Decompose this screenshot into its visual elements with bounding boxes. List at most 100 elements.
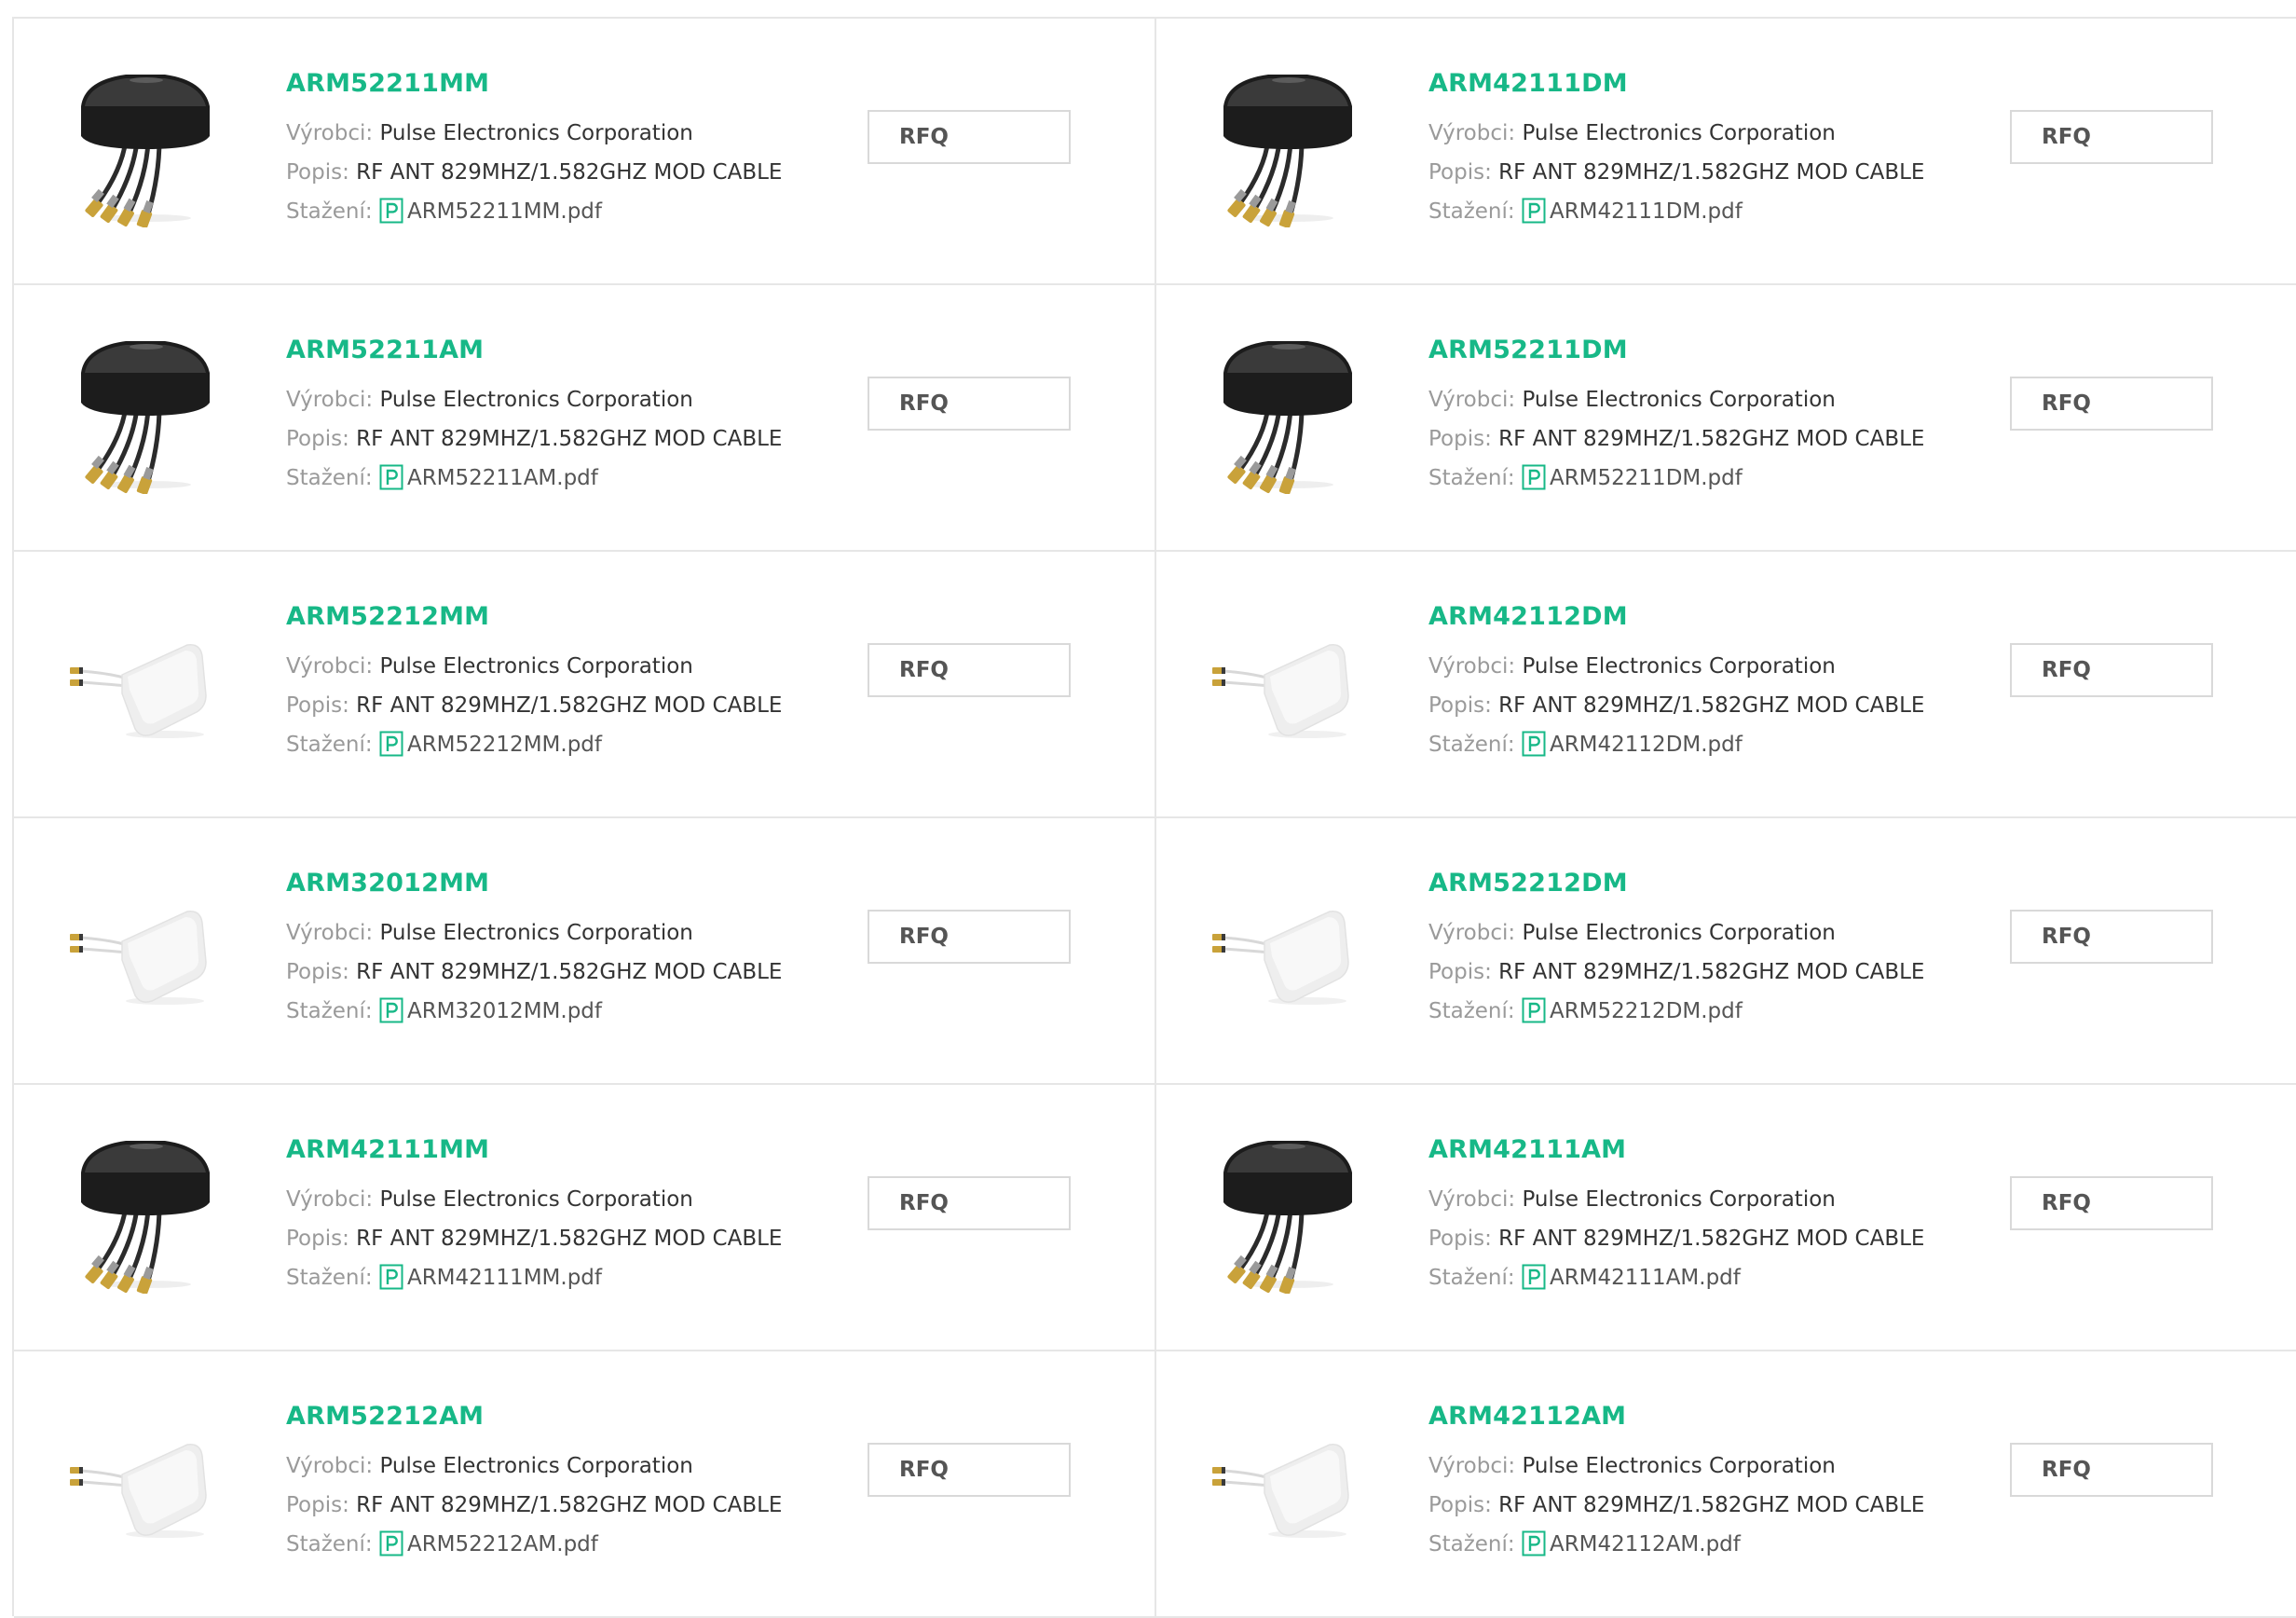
rfq-button[interactable]: RFQ — [868, 110, 1071, 164]
description-row: Popis: RF ANT 829MHZ/1.582GHZ MOD CABLE — [1428, 1486, 1924, 1525]
white-antenna-icon — [70, 911, 207, 1005]
datasheet-link[interactable]: ARM42112AM.pdf — [1522, 1530, 1741, 1556]
datasheet-link[interactable]: ARM32012MM.pdf — [379, 997, 602, 1023]
product-title-link[interactable]: ARM42112DM — [1428, 600, 1924, 634]
product-title-link[interactable]: ARM42112AM — [1428, 1400, 1924, 1433]
manufacturer-label: Výrobci: — [286, 1187, 374, 1212]
manufacturer-value: Pulse Electronics Corporation — [379, 654, 693, 679]
product-card: ARM52212MM Výrobci: Pulse Electronics Co… — [14, 552, 1156, 818]
rfq-button[interactable]: RFQ — [868, 1176, 1071, 1230]
product-image[interactable] — [1203, 1392, 1371, 1560]
product-image[interactable] — [61, 593, 228, 761]
datasheet-filename: ARM42112DM.pdf — [1549, 733, 1742, 757]
description-value: RF ANT 829MHZ/1.582GHZ MOD CABLE — [356, 427, 783, 451]
datasheet-link[interactable]: ARM42112DM.pdf — [1522, 731, 1742, 757]
manufacturer-label: Výrobci: — [286, 921, 374, 945]
product-title-link[interactable]: ARM52212AM — [286, 1400, 782, 1433]
download-row: Stažení: ARM52211AM.pdf — [286, 459, 782, 498]
rfq-button[interactable]: RFQ — [2010, 1176, 2213, 1230]
product-title-link[interactable]: ARM52212DM — [1428, 867, 1924, 900]
download-row: Stažení: ARM42111MM.pdf — [286, 1258, 782, 1297]
rfq-button[interactable]: RFQ — [868, 910, 1071, 964]
datasheet-link[interactable]: ARM52211DM.pdf — [1522, 464, 1742, 490]
description-label: Popis: — [286, 1227, 349, 1251]
product-image[interactable] — [61, 1126, 228, 1294]
download-label: Stažení: — [286, 1532, 373, 1556]
pdf-icon — [379, 464, 403, 490]
rfq-button[interactable]: RFQ — [868, 643, 1071, 697]
pdf-icon — [379, 198, 403, 224]
black-antenna-icon — [81, 1141, 210, 1294]
product-image[interactable] — [61, 326, 228, 494]
product-image[interactable] — [61, 859, 228, 1027]
download-label: Stažení: — [286, 466, 373, 490]
product-image[interactable] — [61, 1392, 228, 1560]
rfq-button[interactable]: RFQ — [2010, 1443, 2213, 1497]
description-label: Popis: — [1428, 160, 1492, 185]
description-label: Popis: — [286, 960, 349, 984]
description-value: RF ANT 829MHZ/1.582GHZ MOD CABLE — [356, 1227, 783, 1251]
datasheet-link[interactable]: ARM42111MM.pdf — [379, 1264, 602, 1290]
manufacturer-label: Výrobci: — [286, 121, 374, 145]
datasheet-filename: ARM52212MM.pdf — [406, 733, 602, 757]
product-image[interactable] — [61, 60, 228, 227]
rfq-button[interactable]: RFQ — [2010, 643, 2213, 697]
product-title-link[interactable]: ARM52212MM — [286, 600, 782, 634]
manufacturer-row: Výrobci: Pulse Electronics Corporation — [1428, 1447, 1924, 1486]
manufacturer-row: Výrobci: Pulse Electronics Corporation — [1428, 913, 1924, 953]
product-info: ARM52211AM Výrobci: Pulse Electronics Co… — [286, 334, 782, 498]
download-label: Stažení: — [286, 999, 373, 1023]
product-title-link[interactable]: ARM32012MM — [286, 867, 782, 900]
product-title-link[interactable]: ARM52211DM — [1428, 334, 1924, 367]
product-image[interactable] — [1203, 60, 1371, 227]
pdf-icon — [1522, 997, 1546, 1023]
black-antenna-icon — [1223, 1141, 1352, 1294]
product-info: ARM42112AM Výrobci: Pulse Electronics Co… — [1428, 1400, 1924, 1564]
product-info: ARM52211MM Výrobci: Pulse Electronics Co… — [286, 67, 782, 231]
white-antenna-icon — [1212, 644, 1349, 738]
product-image[interactable] — [1203, 593, 1371, 761]
manufacturer-row: Výrobci: Pulse Electronics Corporation — [1428, 114, 1924, 153]
product-image[interactable] — [1203, 1126, 1371, 1294]
datasheet-link[interactable]: ARM52212DM.pdf — [1522, 997, 1742, 1023]
product-card: ARM42111AM Výrobci: Pulse Electronics Co… — [1156, 1085, 2296, 1351]
description-label: Popis: — [1428, 1227, 1492, 1251]
manufacturer-label: Výrobci: — [286, 388, 374, 412]
download-row: Stažení: ARM42112DM.pdf — [1428, 725, 1924, 764]
download-row: Stažení: ARM32012MM.pdf — [286, 992, 782, 1031]
pdf-icon — [1522, 464, 1546, 490]
white-antenna-icon — [1212, 1444, 1349, 1538]
datasheet-link[interactable]: ARM52212MM.pdf — [379, 731, 602, 757]
product-grid: ARM52211MM Výrobci: Pulse Electronics Co… — [12, 17, 2296, 1618]
rfq-button[interactable]: RFQ — [2010, 377, 2213, 431]
pdf-icon — [379, 997, 403, 1023]
description-label: Popis: — [286, 427, 349, 451]
datasheet-link[interactable]: ARM52212AM.pdf — [379, 1530, 598, 1556]
rfq-button[interactable]: RFQ — [868, 377, 1071, 431]
black-antenna-icon — [81, 341, 210, 494]
rfq-button[interactable]: RFQ — [2010, 910, 2213, 964]
datasheet-link[interactable]: ARM52211MM.pdf — [379, 198, 602, 224]
datasheet-link[interactable]: ARM42111AM.pdf — [1522, 1264, 1741, 1290]
product-title-link[interactable]: ARM52211MM — [286, 67, 782, 101]
description-label: Popis: — [1428, 960, 1492, 984]
datasheet-filename: ARM42111DM.pdf — [1549, 199, 1742, 224]
rfq-button[interactable]: RFQ — [868, 1443, 1071, 1497]
product-title-link[interactable]: ARM42111DM — [1428, 67, 1924, 101]
rfq-button[interactable]: RFQ — [2010, 110, 2213, 164]
product-info: ARM52212AM Výrobci: Pulse Electronics Co… — [286, 1400, 782, 1564]
datasheet-filename: ARM52211MM.pdf — [406, 199, 602, 224]
datasheet-filename: ARM52212DM.pdf — [1549, 999, 1742, 1023]
product-image[interactable] — [1203, 326, 1371, 494]
product-title-link[interactable]: ARM52211AM — [286, 334, 782, 367]
product-title-link[interactable]: ARM42111AM — [1428, 1133, 1924, 1167]
datasheet-link[interactable]: ARM42111DM.pdf — [1522, 198, 1742, 224]
datasheet-filename: ARM52211DM.pdf — [1549, 466, 1742, 490]
download-label: Stažení: — [1428, 1266, 1515, 1290]
product-card: ARM52212DM Výrobci: Pulse Electronics Co… — [1156, 818, 2296, 1085]
product-title-link[interactable]: ARM42111MM — [286, 1133, 782, 1167]
product-image[interactable] — [1203, 859, 1371, 1027]
datasheet-filename: ARM42112AM.pdf — [1549, 1532, 1741, 1556]
datasheet-link[interactable]: ARM52211AM.pdf — [379, 464, 598, 490]
pdf-icon — [379, 731, 403, 757]
